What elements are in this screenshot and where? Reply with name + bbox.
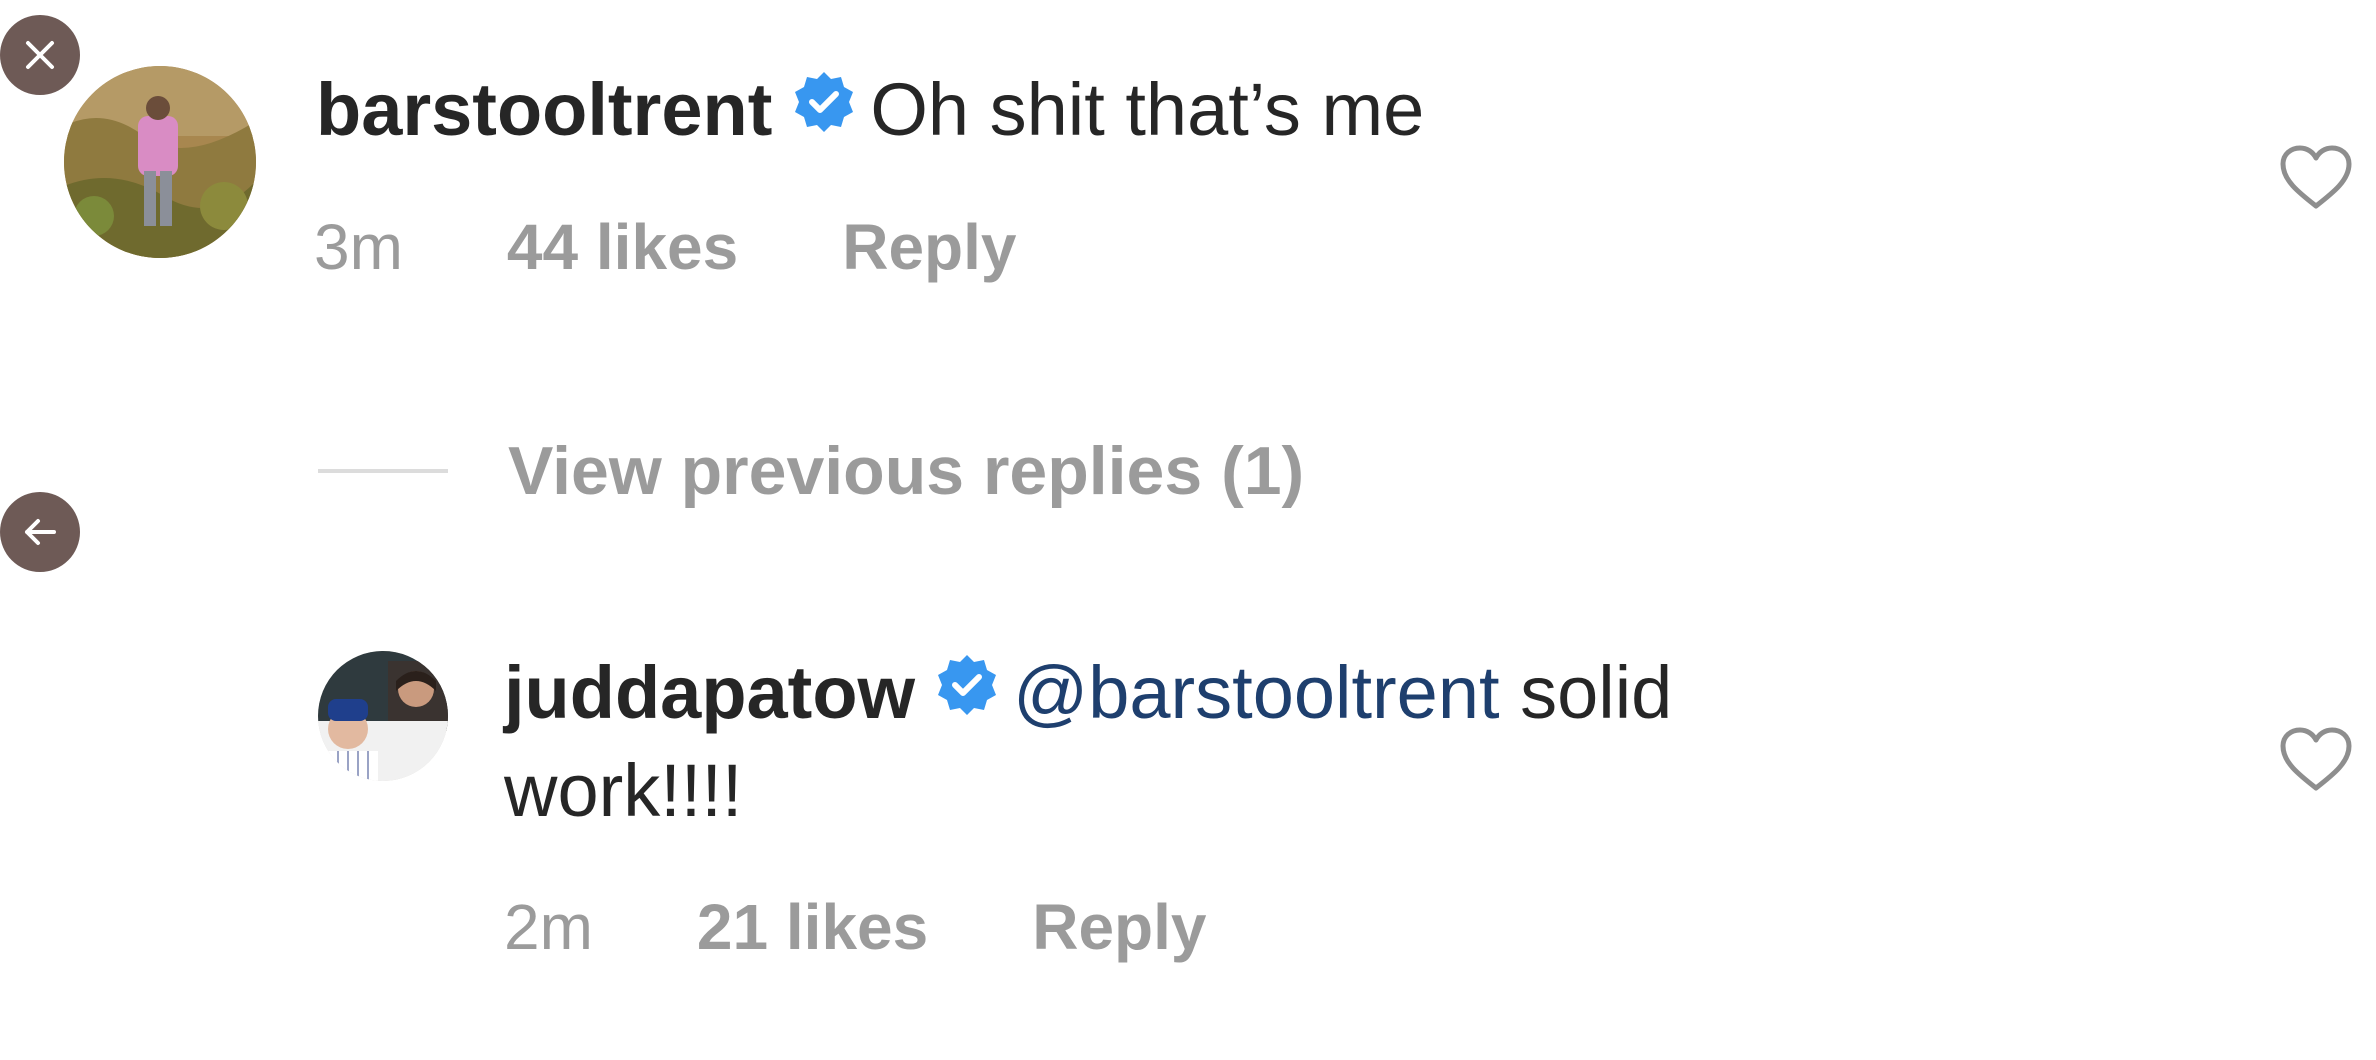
close-button[interactable]	[0, 15, 80, 95]
comment-text-line: barstooltrent Oh shit that’s me	[316, 61, 1424, 164]
close-icon	[26, 41, 54, 69]
avatar-juddapatow[interactable]	[318, 651, 448, 781]
reply-button[interactable]: Reply	[1032, 890, 1206, 964]
verified-badge-icon	[792, 60, 856, 158]
reply-body: solid	[1499, 651, 1673, 734]
avatar-image	[318, 651, 448, 781]
mention-link[interactable]: @barstooltrent	[1013, 651, 1499, 734]
verified-badge-icon	[935, 643, 999, 741]
reply-text-line-1: judd​apatow @barstooltrent solid	[504, 644, 1672, 747]
comment-likes-link[interactable]: 44 likes	[507, 210, 738, 284]
comment-timestamp: 3m	[314, 211, 403, 283]
divider-line	[318, 469, 448, 473]
back-button[interactable]	[0, 492, 80, 572]
comment-body: Oh shit that’s me	[870, 68, 1425, 151]
heart-icon	[2280, 727, 2352, 791]
like-button[interactable]	[2278, 726, 2354, 799]
arrow-left-icon	[25, 519, 56, 545]
heart-icon	[2280, 145, 2352, 209]
reply-timestamp: 2m	[504, 891, 593, 963]
avatar-image	[64, 66, 256, 258]
view-previous-replies-label: View previous replies (1)	[508, 433, 1305, 509]
reply-body-continued: work!!!!	[504, 749, 743, 832]
comment-meta: 3m 44 likes Reply	[314, 210, 1017, 284]
comment-username[interactable]: barstooltrent	[316, 68, 772, 151]
like-button[interactable]	[2278, 144, 2354, 217]
reply-username[interactable]: judd​apatow	[504, 651, 915, 734]
reply-button[interactable]: Reply	[842, 210, 1016, 284]
reply-text-line-2: work!!!!	[504, 742, 742, 840]
reply-meta: 2m 21 likes Reply	[504, 890, 1207, 964]
avatar-barstooltrent[interactable]	[64, 66, 256, 258]
view-previous-replies-button[interactable]: View previous replies (1)	[318, 432, 1304, 510]
reply-likes-link[interactable]: 21 likes	[697, 890, 928, 964]
